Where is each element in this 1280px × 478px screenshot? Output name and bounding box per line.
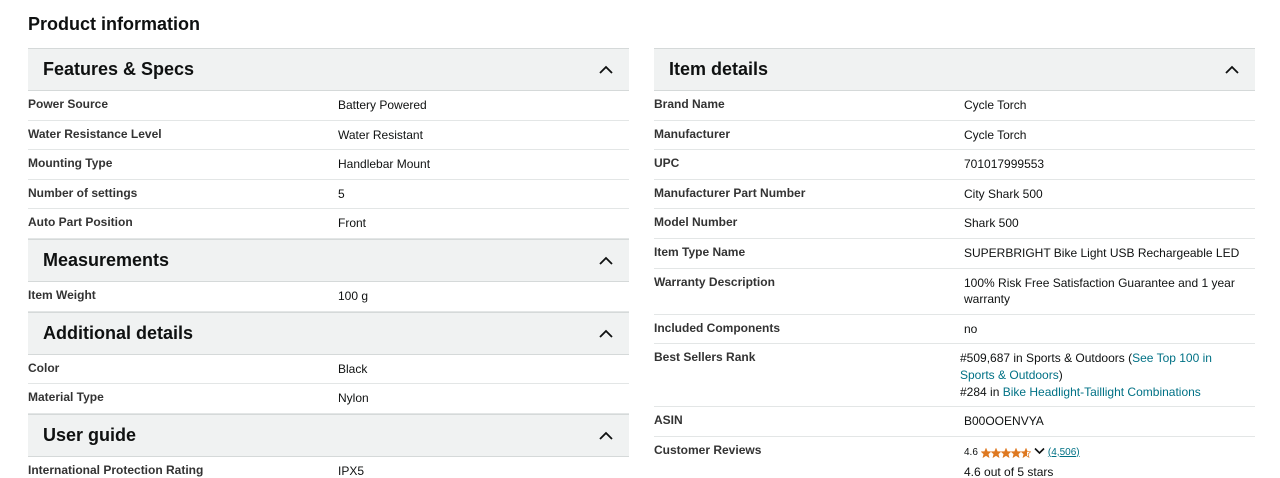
chevron-up-icon[interactable]: [1224, 62, 1240, 78]
rank-text: #284 in: [960, 384, 1003, 399]
right-column: Item details Brand Name Cycle Torch Manu…: [654, 48, 1255, 478]
measurements-header[interactable]: Measurements: [28, 238, 629, 282]
row-label: Auto Part Position: [28, 215, 133, 230]
star-icon: [1020, 448, 1031, 459]
user-guide-header[interactable]: User guide: [28, 413, 629, 457]
row-value: Nylon: [338, 391, 369, 406]
row-label: Water Resistance Level: [28, 126, 162, 141]
chevron-up-icon[interactable]: [598, 325, 614, 341]
rating-line: 4.6 (4,506): [964, 445, 1255, 462]
table-row: Brand Name Cycle Torch: [654, 91, 1255, 121]
row-label: UPC: [654, 156, 680, 171]
additional-details-header[interactable]: Additional details: [28, 311, 629, 355]
table-row: Mounting Type Handlebar Mount: [28, 150, 629, 180]
rating-number: 4.6: [964, 446, 978, 458]
row-label: Item Weight: [28, 287, 96, 302]
row-label: Customer Reviews: [654, 442, 762, 457]
row-label: Mounting Type: [28, 156, 113, 171]
left-column: Features & Specs Power Source Battery Po…: [28, 48, 629, 478]
section-title: Features & Specs: [43, 59, 195, 79]
row-label: Material Type: [28, 390, 104, 405]
table-row: Manufacturer Cycle Torch: [654, 121, 1255, 151]
row-value: City Shark 500: [964, 186, 1043, 201]
customer-reviews-row: Customer Reviews 4.6 (4,506) 4.6 out of …: [654, 437, 1255, 478]
item-details-header[interactable]: Item details: [654, 48, 1255, 91]
row-label: Manufacturer Part Number: [654, 185, 806, 200]
reviews-value: 4.6 (4,506) 4.6 out of 5 stars: [964, 437, 1255, 478]
row-value: 100 g: [338, 288, 369, 303]
row-value: Shark 500: [964, 216, 1019, 231]
row-label: Number of settings: [28, 185, 138, 200]
user-guide-section: User guide International Protection Rati…: [28, 413, 629, 478]
row-label: Color: [28, 360, 60, 375]
row-value: 100% Risk Free Satisfaction Guarantee an…: [964, 275, 1235, 307]
star-rating-icon[interactable]: [980, 448, 1031, 459]
row-value: Front: [338, 216, 367, 231]
table-row: Power Source Battery Powered: [28, 91, 629, 121]
star-icon: [990, 448, 1001, 459]
row-value: Water Resistant: [338, 127, 423, 142]
row-value: Battery Powered: [338, 98, 427, 112]
row-label: Included Components: [654, 320, 780, 335]
row-label: Warranty Description: [654, 274, 775, 289]
row-label: Manufacturer: [654, 126, 731, 141]
row-value: 701017999553: [964, 157, 1045, 172]
table-row: Item Weight 100 g: [28, 282, 629, 312]
row-label: Item Type Name: [654, 244, 746, 259]
row-value: 5: [338, 186, 345, 201]
row-label: Brand Name: [654, 97, 725, 111]
row-value: Cycle Torch: [964, 127, 1027, 142]
rating-summary: 4.6 out of 5 stars: [964, 465, 1054, 478]
table-row: Included Components no: [654, 315, 1255, 345]
row-label: ASIN: [654, 413, 683, 428]
row-value: B00OOENVYA: [964, 414, 1044, 429]
section-title: User guide: [43, 424, 137, 445]
table-row: Number of settings 5: [28, 180, 629, 210]
additional-details-section: Additional details Color Black Material …: [28, 311, 629, 414]
table-row: UPC 701017999553: [654, 150, 1255, 180]
row-label: Power Source: [28, 97, 109, 111]
table-row: Water Resistance Level Water Resistant: [28, 121, 629, 151]
section-title: Measurements: [43, 249, 170, 270]
best-sellers-value: #509,687 in Sports & Outdoors (See Top 1…: [960, 344, 1255, 406]
section-title: Additional details: [43, 322, 194, 343]
section-title: Item details: [669, 59, 769, 79]
row-value: Handlebar Mount: [338, 157, 431, 172]
best-sellers-row: Best Sellers Rank #509,687 in Sports & O…: [654, 344, 1255, 408]
chevron-up-icon[interactable]: [598, 427, 614, 443]
features-specs-section: Features & Specs Power Source Battery Po…: [28, 48, 629, 239]
row-label: Model Number: [654, 215, 738, 230]
table-row: Manufacturer Part Number City Shark 500: [654, 180, 1255, 210]
chevron-up-icon[interactable]: [598, 252, 614, 268]
table-row: Model Number Shark 500: [654, 209, 1255, 239]
row-label: International Protection Rating: [28, 462, 204, 477]
table-row: Material Type Nylon: [28, 384, 629, 414]
table-row: International Protection Rating IPX5: [28, 457, 629, 478]
category-link[interactable]: Bike Headlight-Taillight Combinations: [1003, 385, 1201, 399]
table-row: Warranty Description 100% Risk Free Sati…: [654, 269, 1255, 315]
row-value: no: [964, 321, 978, 336]
row-value: Black: [338, 361, 368, 376]
review-count-link[interactable]: (4,506): [1048, 445, 1080, 462]
chevron-down-icon[interactable]: [1034, 445, 1045, 462]
star-icon: [1000, 448, 1011, 459]
table-row: Item Type Name SUPERBRIGHT Bike Light US…: [654, 239, 1255, 269]
measurements-section: Measurements Item Weight 100 g: [28, 238, 629, 312]
table-row: Auto Part Position Front: [28, 209, 629, 239]
row-value: SUPERBRIGHT Bike Light USB Rechargeable …: [964, 245, 1240, 260]
star-icon: [980, 448, 991, 459]
row-value: Cycle Torch: [964, 98, 1027, 112]
chevron-up-icon[interactable]: [598, 62, 614, 78]
row-value: IPX5: [338, 463, 365, 478]
rank-close: ): [1058, 367, 1063, 382]
page-title: Product information: [28, 14, 200, 34]
table-row: ASIN B00OOENVYA: [654, 407, 1255, 437]
table-row: Color Black: [28, 355, 629, 385]
star-icon: [1010, 448, 1021, 459]
features-specs-header[interactable]: Features & Specs: [28, 48, 629, 91]
row-label: Best Sellers Rank: [654, 350, 756, 365]
rank-text: #509,687 in Sports & Outdoors (: [960, 351, 1133, 366]
